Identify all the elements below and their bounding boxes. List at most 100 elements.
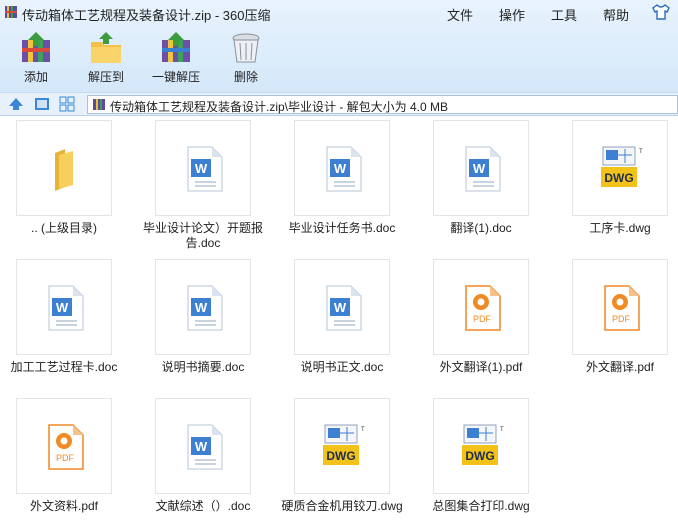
word-doc-icon: W <box>326 285 362 331</box>
pdf-label: PDF <box>56 453 75 463</box>
doc-letter: W <box>195 300 208 315</box>
file-thumbnail: TM DWG <box>294 398 390 494</box>
trademark-label: TM <box>361 427 365 433</box>
skin-shirt-icon[interactable] <box>651 3 671 21</box>
trademark-label: TM <box>639 149 643 155</box>
doc-letter: W <box>195 161 208 176</box>
menu-tools[interactable]: 工具 <box>551 5 577 24</box>
file-item[interactable]: W 毕业设计任务书.doc <box>278 116 398 246</box>
file-name: 毕业设计任务书.doc <box>288 221 396 235</box>
archive-icon <box>93 99 105 110</box>
dwg-label: DWG <box>465 449 494 463</box>
file-item[interactable]: W 说明书正文.doc <box>278 255 398 385</box>
extract-to-button[interactable]: 解压到 <box>76 30 136 88</box>
doc-letter: W <box>334 161 347 176</box>
dwg-label: DWG <box>326 449 355 463</box>
file-name: 说明书摘要.doc <box>161 360 245 374</box>
list-view-icon[interactable] <box>59 96 75 112</box>
one-click-extract-icon <box>162 32 190 62</box>
file-name: 说明书正文.doc <box>300 360 384 374</box>
file-name: 翻译(1).doc <box>450 221 512 235</box>
menu-file[interactable]: 文件 <box>447 5 473 24</box>
dwg-file-icon: TM DWG <box>601 146 643 187</box>
address-bar[interactable]: 传动箱体工艺规程及装备设计.zip\毕业设计 - 解包大小为 4.0 MB <box>87 95 678 114</box>
doc-letter: W <box>473 161 486 176</box>
address-path: 传动箱体工艺规程及装备设计.zip\毕业设计 - 解包大小为 4.0 MB <box>110 100 449 114</box>
menu-operate[interactable]: 操作 <box>499 5 525 24</box>
file-name: 硬质合金机用铰刀.dwg <box>281 499 403 513</box>
pdf-file-icon: PDF <box>465 285 501 331</box>
file-item[interactable]: W 文献综述（）.doc <box>139 394 259 524</box>
add-button[interactable]: 添加 <box>6 30 66 88</box>
file-thumbnail: W <box>16 259 112 355</box>
file-name: 外文资料.pdf <box>29 499 99 513</box>
window-title: 传动箱体工艺规程及装备设计.zip - 360压缩 <box>22 8 271 23</box>
pdf-label: PDF <box>612 314 631 324</box>
file-item[interactable]: W 说明书摘要.doc <box>139 255 259 385</box>
file-thumbnail: W <box>294 259 390 355</box>
file-item-parent-dir[interactable]: .. (上级目录) <box>0 116 120 246</box>
delete-button[interactable]: 删除 <box>216 30 276 88</box>
one-click-extract-label: 一键解压 <box>151 70 200 84</box>
file-name: 总图集合打印.dwg <box>432 499 530 513</box>
thumbnail-view-icon[interactable] <box>34 96 50 112</box>
extract-to-label: 解压到 <box>87 70 124 84</box>
doc-letter: W <box>334 300 347 315</box>
file-thumbnail: TM DWG <box>572 120 668 216</box>
top-chrome: 传动箱体工艺规程及装备设计.zip - 360压缩 文件 操作 工具 帮助 添加… <box>0 0 678 92</box>
dwg-label: DWG <box>604 171 633 185</box>
file-item[interactable]: W 翻译(1).doc <box>417 116 537 246</box>
app-icon <box>5 6 17 18</box>
file-item[interactable]: PDF 外文翻译.pdf <box>556 255 676 385</box>
file-thumbnail: TM DWG <box>433 398 529 494</box>
word-doc-icon: W <box>187 146 223 192</box>
trash-can-icon <box>232 33 260 63</box>
one-click-extract-button[interactable]: 一键解压 <box>146 30 206 88</box>
file-item[interactable]: TM DWG 总图集合打印.dwg <box>417 394 537 524</box>
doc-letter: W <box>195 439 208 454</box>
file-item[interactable]: W 毕业设计论文）开题报告.doc <box>139 116 263 250</box>
word-doc-icon: W <box>48 285 84 331</box>
file-name: .. (上级目录) <box>31 221 97 235</box>
add-archive-icon <box>22 32 50 62</box>
pdf-file-icon: PDF <box>48 424 84 470</box>
dwg-file-icon: TM DWG <box>462 424 504 465</box>
file-item[interactable]: PDF 外文资料.pdf <box>0 394 120 524</box>
file-thumbnail: W <box>294 120 390 216</box>
file-item[interactable]: TM DWG 工序卡.dwg <box>556 116 676 246</box>
file-thumbnail: PDF <box>433 259 529 355</box>
word-doc-icon: W <box>326 146 362 192</box>
file-item[interactable]: TM DWG 硬质合金机用铰刀.dwg <box>278 394 403 524</box>
file-thumbnail: W <box>433 120 529 216</box>
add-label: 添加 <box>23 70 48 84</box>
word-doc-icon: W <box>187 285 223 331</box>
file-item[interactable]: W 加工工艺过程卡.doc <box>0 255 120 385</box>
menu-help[interactable]: 帮助 <box>603 5 629 24</box>
file-name: 毕业设计论文）开题报告.doc <box>142 221 263 250</box>
file-thumbnail: W <box>155 120 251 216</box>
extract-folder-icon <box>91 32 121 63</box>
word-doc-icon: W <box>465 146 501 192</box>
file-name: 工序卡.dwg <box>589 221 651 235</box>
file-item[interactable]: PDF 外文翻译(1).pdf <box>417 255 537 385</box>
file-thumbnail: PDF <box>16 398 112 494</box>
file-name: 外文翻译.pdf <box>585 360 655 374</box>
title-bar: 传动箱体工艺规程及装备设计.zip - 360压缩 文件 操作 工具 帮助 <box>0 0 678 26</box>
file-name: 外文翻译(1).pdf <box>439 360 523 374</box>
pdf-file-icon: PDF <box>604 285 640 331</box>
doc-letter: W <box>56 300 69 315</box>
word-doc-icon: W <box>187 424 223 470</box>
up-level-icon[interactable] <box>8 96 24 112</box>
folder-icon <box>55 149 73 191</box>
address-row: 传动箱体工艺规程及装备设计.zip\毕业设计 - 解包大小为 4.0 MB <box>0 92 678 116</box>
file-thumbnail: W <box>155 398 251 494</box>
delete-label: 删除 <box>233 70 258 84</box>
file-thumbnail <box>16 120 112 216</box>
trademark-label: TM <box>500 427 504 433</box>
file-thumbnail: W <box>155 259 251 355</box>
file-name: 加工工艺过程卡.doc <box>10 360 118 374</box>
file-thumbnail: PDF <box>572 259 668 355</box>
pdf-label: PDF <box>473 314 492 324</box>
file-name: 文献综述（）.doc <box>155 499 251 513</box>
file-grid: .. (上级目录) W 毕业设计论文）开题报告.doc W 毕业设计任务书.do… <box>0 116 678 527</box>
